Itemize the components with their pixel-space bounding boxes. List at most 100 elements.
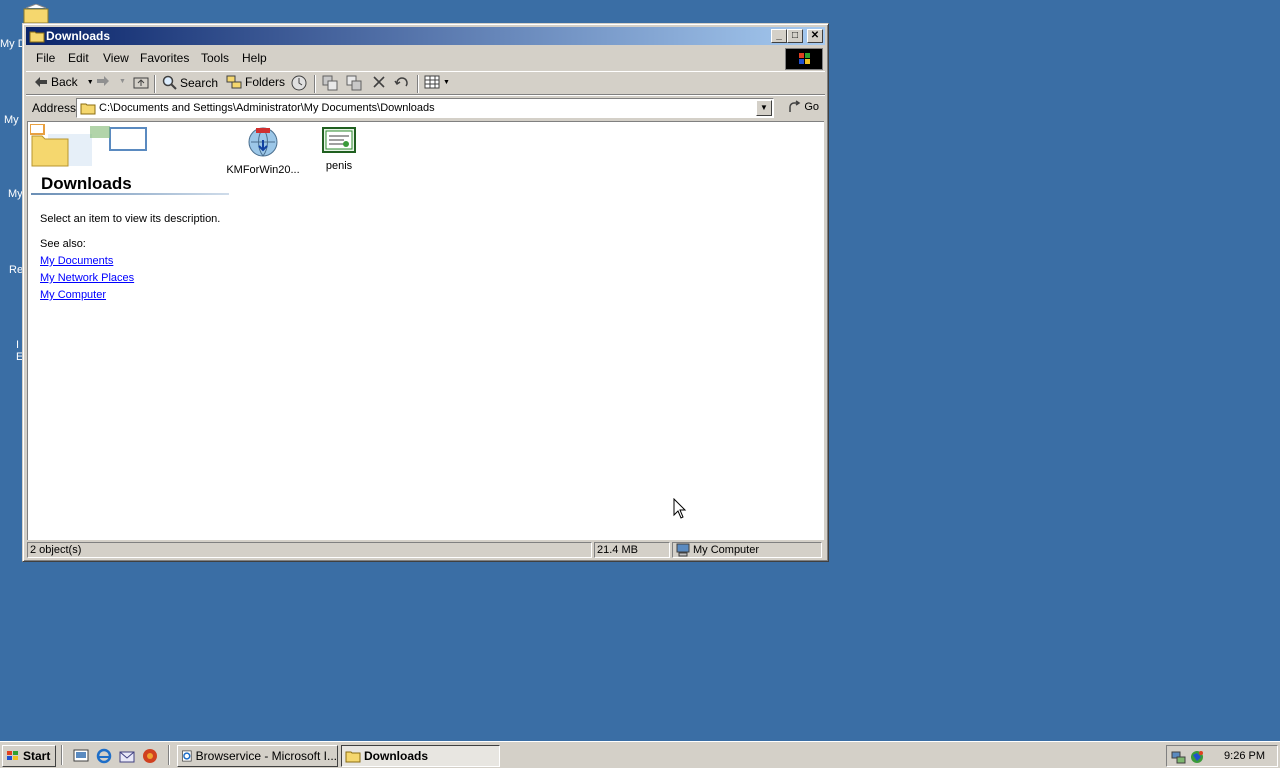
- address-input[interactable]: C:\Documents and Settings\Administrator\…: [76, 98, 774, 118]
- folders-icon: [226, 75, 242, 89]
- file-name: penis: [325, 160, 353, 172]
- copy-to-icon: [346, 75, 362, 91]
- start-button[interactable]: Start: [2, 745, 56, 767]
- menu-help[interactable]: Help: [242, 51, 267, 65]
- taskbar-separator: [168, 745, 170, 765]
- desktop-icon-label-my-computer[interactable]: My: [4, 114, 19, 126]
- toolbar-separator: [417, 75, 419, 93]
- standard-toolbar: Back ▼ ▼ Search Folders ▼: [26, 71, 825, 95]
- folders-button[interactable]: Folders: [226, 75, 285, 89]
- outlook-express-icon[interactable]: [119, 748, 135, 764]
- move-to-icon: [322, 75, 338, 91]
- desktop-icon-label-recycle-bin[interactable]: Re: [9, 264, 23, 276]
- go-button[interactable]: Go: [788, 100, 819, 114]
- task-label: Downloads: [364, 749, 429, 763]
- folders-label: Folders: [245, 75, 286, 89]
- explorer-window: Downloads _ □ ✕ File Edit View Favorites…: [22, 23, 829, 562]
- link-my-computer[interactable]: My Computer: [40, 289, 106, 301]
- search-button[interactable]: Search: [162, 75, 218, 90]
- search-label: Search: [180, 75, 219, 90]
- link-my-documents[interactable]: My Documents: [40, 255, 113, 267]
- forward-arrow-icon: [97, 76, 109, 86]
- taskbar-task-downloads[interactable]: Downloads: [341, 745, 500, 767]
- go-arrow-icon: [789, 100, 801, 112]
- link-my-network-places[interactable]: My Network Places: [40, 272, 134, 284]
- desktop-folder-icon[interactable]: [22, 4, 50, 24]
- windows-logo-icon: [799, 53, 810, 64]
- move-to-button[interactable]: [322, 75, 338, 91]
- taskbar-separator: [61, 745, 63, 765]
- go-label: Go: [804, 101, 819, 113]
- status-zone: My Computer: [672, 542, 822, 558]
- delete-icon: [373, 76, 385, 88]
- back-button[interactable]: Back ▼: [34, 75, 94, 89]
- window-title: Downloads: [46, 29, 111, 43]
- minimize-button[interactable]: _: [771, 29, 787, 43]
- title-bar[interactable]: Downloads _ □ ✕: [26, 27, 825, 45]
- back-dropdown-icon[interactable]: ▼: [87, 79, 94, 86]
- views-icon: [424, 75, 440, 89]
- toolbar-separator: [154, 75, 156, 93]
- network-tray-icon[interactable]: [1171, 749, 1187, 765]
- globe-tray-icon[interactable]: [1189, 749, 1205, 765]
- forward-dropdown-icon[interactable]: ▼: [119, 78, 126, 85]
- folder-banner-icon: [30, 124, 147, 167]
- menu-bar: File Edit View Favorites Tools Help: [26, 47, 825, 70]
- history-button[interactable]: [291, 75, 307, 91]
- certificate-icon: [322, 127, 356, 153]
- clock: 9:26 PM: [1224, 750, 1265, 762]
- folder-view[interactable]: Downloads Select an item to view its des…: [27, 121, 824, 540]
- address-path: C:\Documents and Settings\Administrator\…: [99, 102, 435, 114]
- back-arrow-icon: [35, 77, 47, 87]
- up-folder-icon: [133, 77, 149, 89]
- toolbar-separator: [314, 75, 316, 93]
- delete-button[interactable]: [372, 75, 386, 89]
- menu-file[interactable]: File: [36, 51, 55, 65]
- menu-view[interactable]: View: [103, 51, 129, 65]
- taskbar: Start Browservice - Microsoft I... Downl…: [0, 741, 1280, 768]
- status-zone-label: My Computer: [693, 544, 760, 556]
- folder-icon: [29, 31, 45, 43]
- file-name: KMForWin20...: [226, 164, 300, 176]
- close-button[interactable]: ✕: [807, 29, 823, 43]
- ie-document-icon: [182, 750, 192, 762]
- installer-globe-icon: [248, 127, 278, 157]
- sidebar-divider: [31, 193, 229, 195]
- menu-favorites[interactable]: Favorites: [140, 51, 189, 65]
- search-icon: [162, 75, 177, 90]
- taskbar-task-browservice[interactable]: Browservice - Microsoft I...: [177, 745, 338, 767]
- address-bar: Address C:\Documents and Settings\Admini…: [26, 95, 825, 120]
- sidebar-title: Downloads: [41, 174, 132, 193]
- views-button[interactable]: ▼: [424, 75, 450, 89]
- show-desktop-icon[interactable]: [73, 748, 89, 764]
- menu-tools[interactable]: Tools: [201, 51, 229, 65]
- start-label: Start: [23, 749, 51, 763]
- my-computer-icon: [676, 543, 690, 557]
- status-size: 21.4 MB: [594, 542, 670, 558]
- forward-button[interactable]: ▼: [96, 75, 126, 87]
- up-folder-button[interactable]: [133, 75, 149, 89]
- address-label: Address: [32, 101, 77, 115]
- folder-icon: [345, 751, 361, 763]
- views-dropdown-icon[interactable]: ▼: [443, 79, 450, 86]
- file-item[interactable]: KMForWin20...: [225, 126, 301, 176]
- copy-to-button[interactable]: [346, 75, 362, 91]
- windows-flag-icon: [7, 751, 18, 760]
- task-label: Browservice - Microsoft I...: [195, 749, 337, 763]
- desktop-icon-label-my-network[interactable]: My: [8, 188, 23, 200]
- internet-explorer-icon[interactable]: [96, 748, 112, 764]
- desktop-icon-label-ie-1[interactable]: I: [16, 339, 19, 351]
- undo-icon: [394, 77, 408, 87]
- history-icon: [291, 75, 307, 91]
- sidebar-description: Select an item to view its description.: [40, 213, 221, 225]
- media-player-icon[interactable]: [142, 748, 158, 764]
- status-bar: 2 object(s) 21.4 MB My Computer: [26, 541, 825, 559]
- status-object-count: 2 object(s): [27, 542, 592, 558]
- back-label: Back: [51, 75, 78, 89]
- address-dropdown-button[interactable]: ▼: [756, 100, 772, 116]
- maximize-button[interactable]: □: [787, 29, 803, 43]
- undo-button[interactable]: [394, 75, 410, 89]
- file-item[interactable]: penis: [301, 126, 377, 172]
- mouse-cursor-icon: [673, 498, 687, 519]
- menu-edit[interactable]: Edit: [68, 51, 89, 65]
